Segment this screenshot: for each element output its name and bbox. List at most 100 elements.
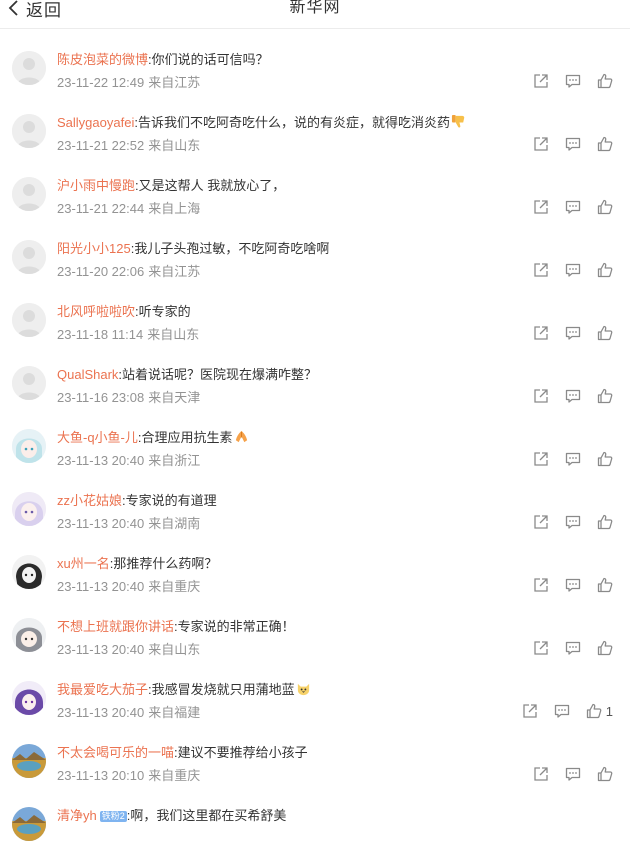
share-button[interactable]	[533, 766, 549, 782]
avatar[interactable]	[12, 366, 46, 400]
share-button[interactable]	[522, 703, 538, 719]
like-button[interactable]: 1	[586, 703, 613, 719]
comment-actions	[533, 388, 613, 404]
share-button[interactable]	[533, 136, 549, 152]
comment-row: 大鱼-q小鱼-儿:合理应用抗生素 23-11-13 20:40 来自浙江	[0, 407, 630, 470]
like-button[interactable]	[597, 514, 613, 530]
comment-row: 我最爱吃大茄子:我感冒发烧就只用蒲地蓝 23-11-13 20:40 来自福建 1	[0, 659, 630, 722]
comment-username[interactable]: zz小花姑娘	[57, 493, 122, 508]
comment-username[interactable]: 不想上班就跟你讲话	[57, 619, 174, 634]
comment-icon	[565, 74, 581, 88]
avatar[interactable]	[12, 744, 46, 778]
comment-location: 来自天津	[148, 390, 201, 405]
thumbs-up-icon	[586, 703, 602, 719]
comment-meta: 23-11-13 20:40 来自浙江	[57, 452, 200, 469]
comment-username[interactable]: 阳光小小125	[57, 241, 131, 256]
avatar[interactable]	[12, 51, 46, 85]
reply-button[interactable]	[554, 703, 570, 719]
comment-line: 我最爱吃大茄子:我感冒发烧就只用蒲地蓝	[57, 681, 311, 698]
comment-username[interactable]: 沪小雨中慢跑	[57, 178, 135, 193]
avatar[interactable]	[12, 681, 46, 715]
share-button[interactable]	[533, 388, 549, 404]
avatar[interactable]	[12, 807, 46, 841]
thumbs-up-icon	[597, 451, 613, 467]
reply-button[interactable]	[565, 640, 581, 656]
comment-username[interactable]: xu州一名	[57, 556, 110, 571]
comment-location: 来自上海	[148, 201, 201, 216]
thumbs-up-icon	[597, 262, 613, 278]
fan-badge: 铁粉2	[99, 811, 127, 822]
like-button[interactable]	[597, 577, 613, 593]
share-button[interactable]	[533, 640, 549, 656]
comment-row: zz小花姑娘:专家说的有道理 23-11-13 20:40 来自湖南	[0, 470, 630, 533]
reply-button[interactable]	[565, 325, 581, 341]
share-button[interactable]	[533, 577, 549, 593]
page-title: 新华网	[289, 0, 341, 16]
comment-time: 23-11-13 20:40	[57, 453, 145, 468]
comment-username[interactable]: 大鱼-q小鱼-儿	[57, 430, 138, 445]
comment-username[interactable]: 我最爱吃大茄子	[57, 682, 148, 697]
thumbs-up-icon	[597, 514, 613, 530]
comment-username[interactable]: 北风呼啦啦吹	[57, 304, 135, 319]
comment-line: zz小花姑娘:专家说的有道理	[57, 492, 217, 509]
thumbs-up-icon	[597, 577, 613, 593]
comment-username[interactable]: Sallygaoyafei	[57, 115, 134, 130]
like-button[interactable]	[597, 640, 613, 656]
comment-text: :专家说的非常正确！	[174, 619, 295, 634]
like-button[interactable]	[597, 766, 613, 782]
reply-button[interactable]	[565, 199, 581, 215]
reply-button[interactable]	[565, 577, 581, 593]
avatar[interactable]	[12, 555, 46, 589]
reply-button[interactable]	[565, 262, 581, 278]
comment-actions	[533, 136, 613, 152]
like-button[interactable]	[597, 262, 613, 278]
comment-text: :专家说的有道理	[122, 493, 217, 508]
avatar[interactable]	[12, 492, 46, 526]
comment-username[interactable]: 陈皮泡菜的微博	[57, 52, 148, 67]
like-button[interactable]	[597, 136, 613, 152]
comment-username[interactable]: 不太会喝可乐的一喵	[57, 745, 174, 760]
share-icon	[534, 641, 548, 655]
pray-emoji-icon	[234, 429, 249, 443]
comment-actions	[533, 199, 613, 215]
like-button[interactable]	[597, 73, 613, 89]
comment-location: 来自福建	[148, 705, 201, 720]
like-button[interactable]	[597, 451, 613, 467]
comment-icon	[565, 200, 581, 214]
avatar[interactable]	[12, 114, 46, 148]
avatar[interactable]	[12, 303, 46, 337]
comment-icon	[565, 452, 581, 466]
avatar[interactable]	[12, 429, 46, 463]
share-button[interactable]	[533, 325, 549, 341]
avatar[interactable]	[12, 177, 46, 211]
reply-button[interactable]	[565, 766, 581, 782]
reply-button[interactable]	[565, 73, 581, 89]
comment-text: :站着说话呢？医院现在爆满咋整？	[118, 367, 318, 382]
share-icon	[534, 452, 548, 466]
reply-button[interactable]	[565, 451, 581, 467]
comment-text: :那推荐什么药啊？	[109, 556, 218, 571]
comment-icon	[565, 767, 581, 781]
like-button[interactable]	[597, 325, 613, 341]
comment-actions	[533, 325, 613, 341]
reply-button[interactable]	[565, 514, 581, 530]
share-button[interactable]	[533, 451, 549, 467]
avatar[interactable]	[12, 240, 46, 274]
comment-line: 不太会喝可乐的一喵:建议不要推荐给小孩子	[57, 744, 308, 761]
comment-text: :又是这帮人 我就放心了，	[135, 178, 286, 193]
share-button[interactable]	[533, 514, 549, 530]
share-button[interactable]	[533, 262, 549, 278]
avatar[interactable]	[12, 618, 46, 652]
thumbs-up-icon	[597, 640, 613, 656]
comment-time: 23-11-16 23:08	[57, 390, 145, 405]
comment-actions	[533, 640, 613, 656]
comment-meta: 23-11-13 20:10 来自重庆	[57, 767, 200, 784]
comment-username[interactable]: QualShark	[57, 367, 118, 382]
reply-button[interactable]	[565, 388, 581, 404]
like-button[interactable]	[597, 388, 613, 404]
share-button[interactable]	[533, 199, 549, 215]
like-button[interactable]	[597, 199, 613, 215]
share-button[interactable]	[533, 73, 549, 89]
reply-button[interactable]	[565, 136, 581, 152]
thumbs-up-icon	[597, 766, 613, 782]
